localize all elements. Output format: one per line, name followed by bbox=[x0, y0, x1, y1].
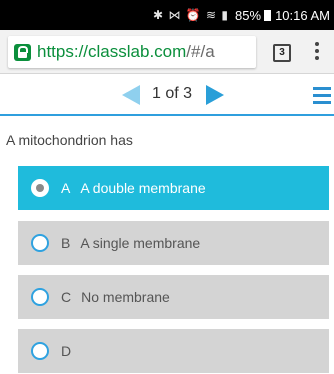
question-text: A mitochondrion has bbox=[6, 132, 133, 148]
option-letter: C bbox=[61, 289, 72, 305]
prev-arrow-icon[interactable] bbox=[122, 85, 140, 105]
option-letter: B bbox=[61, 235, 71, 251]
option-a[interactable]: A A double membrane bbox=[18, 166, 329, 210]
status-bar: ✱ ⋈ ⏰ ≋ ▮ 85% 10:16 AM bbox=[0, 0, 334, 30]
option-label: A single membrane bbox=[80, 235, 201, 251]
radio-icon bbox=[31, 342, 49, 360]
option-label: No membrane bbox=[81, 289, 170, 305]
url-path: /#/a bbox=[186, 42, 215, 61]
page-indicator: 1 of 3 bbox=[152, 85, 193, 102]
status-icons: ✱ ⋈ ⏰ ≋ ▮ bbox=[153, 8, 230, 22]
url-scheme: https:// bbox=[37, 42, 89, 61]
option-letter: D bbox=[61, 343, 72, 359]
tab-switcher-button[interactable]: 3 bbox=[273, 44, 291, 62]
next-arrow-icon[interactable] bbox=[206, 85, 224, 105]
browser-toolbar: https://classlab.com/#/a 3 bbox=[0, 30, 334, 74]
clock: 10:16 AM bbox=[275, 7, 330, 23]
option-d[interactable]: D bbox=[18, 329, 329, 373]
option-c[interactable]: C No membrane bbox=[18, 275, 329, 319]
radio-icon bbox=[31, 234, 49, 252]
overflow-menu-icon[interactable] bbox=[315, 42, 321, 63]
url-field[interactable]: https://classlab.com/#/a bbox=[8, 36, 256, 68]
hamburger-menu-icon[interactable] bbox=[313, 87, 331, 108]
option-b[interactable]: B A single membrane bbox=[18, 221, 329, 265]
option-letter: A bbox=[61, 180, 71, 196]
url-host: classlab.com bbox=[88, 42, 187, 61]
battery-icon bbox=[264, 9, 272, 21]
radio-icon bbox=[31, 179, 49, 197]
option-label: A double membrane bbox=[80, 180, 206, 196]
battery-percent: 85% bbox=[235, 7, 262, 23]
radio-icon bbox=[31, 288, 49, 306]
question-pager: 1 of 3 bbox=[0, 74, 334, 116]
lock-icon bbox=[14, 43, 31, 61]
url-text: https://classlab.com/#/a bbox=[37, 42, 215, 62]
